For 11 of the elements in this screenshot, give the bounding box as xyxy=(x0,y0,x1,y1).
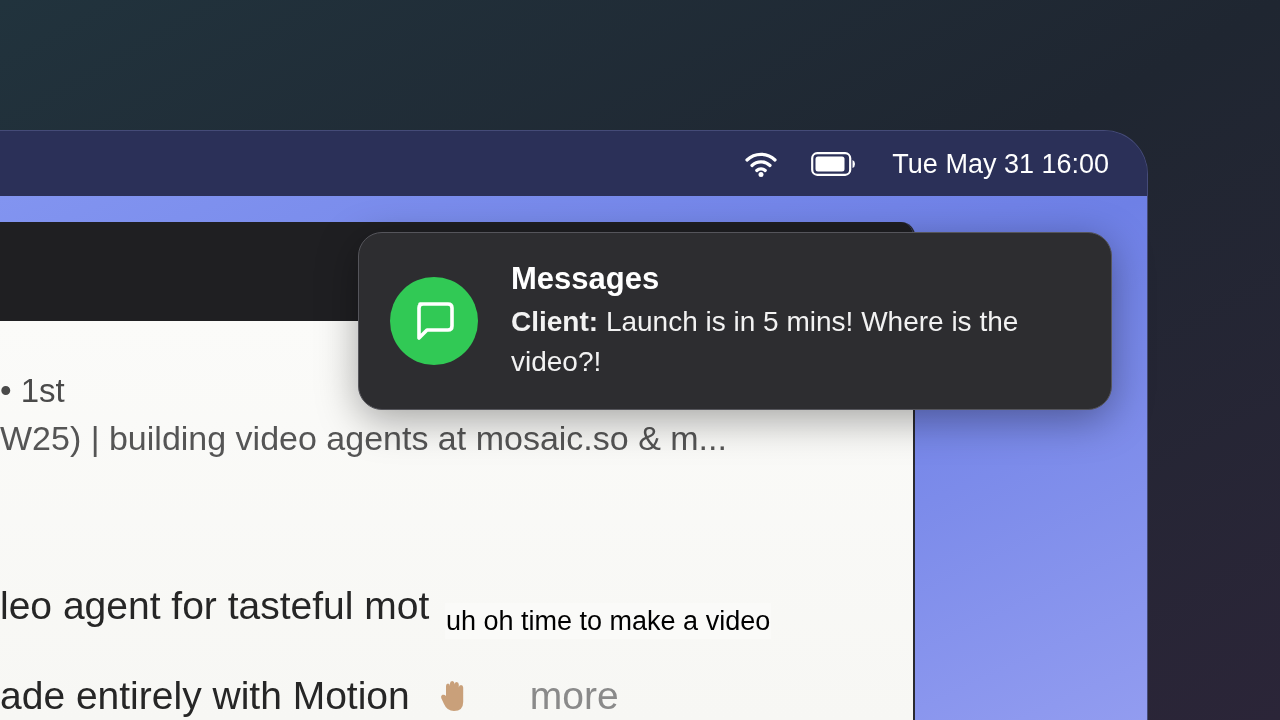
wifi-icon[interactable] xyxy=(745,150,778,177)
post-text: leo agent for tasteful mot xyxy=(0,583,430,629)
connection-degree-text: • 1st xyxy=(0,371,65,411)
battery-icon[interactable] xyxy=(811,151,857,176)
notification-title: Messages xyxy=(511,260,661,298)
profile-headline-text: W25) | building video agents at mosaic.so & m... xyxy=(0,418,727,459)
speech-bubble-icon xyxy=(390,277,478,365)
post-text: ade entirely with Motion xyxy=(0,673,410,719)
menu-bar-clock[interactable]: Tue May 31 16:00 xyxy=(892,146,1109,181)
notification-card[interactable]: Messages Client: Launch is in 5 mins! Where is the video?! xyxy=(358,232,1112,410)
notification-message: Client: Launch is in 5 mins! Where is the video?! xyxy=(511,305,1020,379)
